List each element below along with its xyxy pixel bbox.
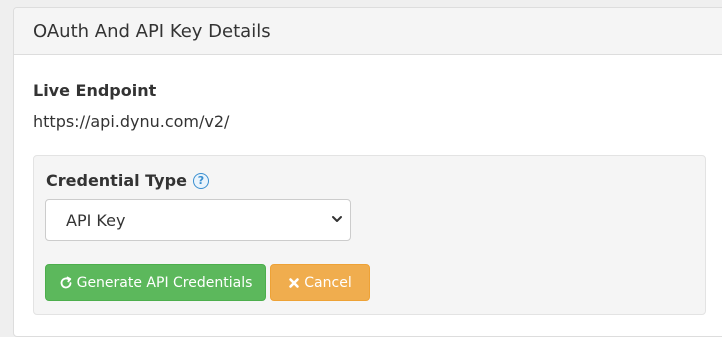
cancel-button[interactable]: Cancel bbox=[270, 264, 370, 301]
cancel-button-label: Cancel bbox=[304, 274, 352, 291]
live-endpoint-label: Live Endpoint bbox=[33, 81, 157, 100]
panel-title: OAuth And API Key Details bbox=[33, 20, 271, 42]
oauth-api-panel: OAuth And API Key Details Live Endpoint … bbox=[13, 7, 722, 337]
credential-type-select[interactable]: API Key bbox=[45, 199, 351, 241]
credential-type-label: Credential Type bbox=[46, 171, 187, 190]
credential-well: Credential Type ? API Key Generate API C… bbox=[33, 155, 706, 315]
credential-type-selected-value: API Key bbox=[66, 210, 126, 230]
panel-heading: OAuth And API Key Details bbox=[14, 8, 722, 55]
refresh-icon bbox=[60, 276, 71, 288]
live-endpoint-url: https://api.dynu.com/v2/ bbox=[33, 112, 230, 131]
credential-type-label-row: Credential Type ? bbox=[46, 171, 209, 190]
help-icon[interactable]: ? bbox=[192, 172, 209, 189]
close-icon bbox=[289, 277, 300, 288]
generate-button-label: Generate API Credentials bbox=[76, 274, 253, 291]
generate-api-credentials-button[interactable]: Generate API Credentials bbox=[45, 264, 266, 301]
chevron-down-icon bbox=[332, 216, 342, 222]
